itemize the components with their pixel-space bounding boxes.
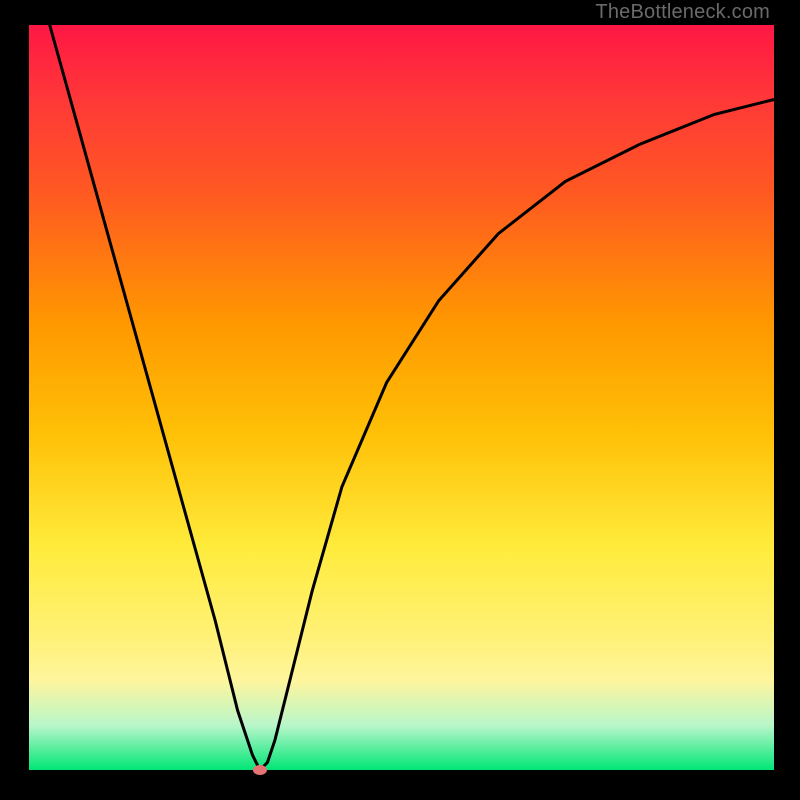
watermark-text: TheBottleneck.com xyxy=(595,1,770,24)
bottleneck-curve xyxy=(29,0,774,770)
curve-layer xyxy=(0,0,800,800)
chart-frame: TheBottleneck.com xyxy=(0,0,800,800)
minimum-marker xyxy=(253,765,267,775)
